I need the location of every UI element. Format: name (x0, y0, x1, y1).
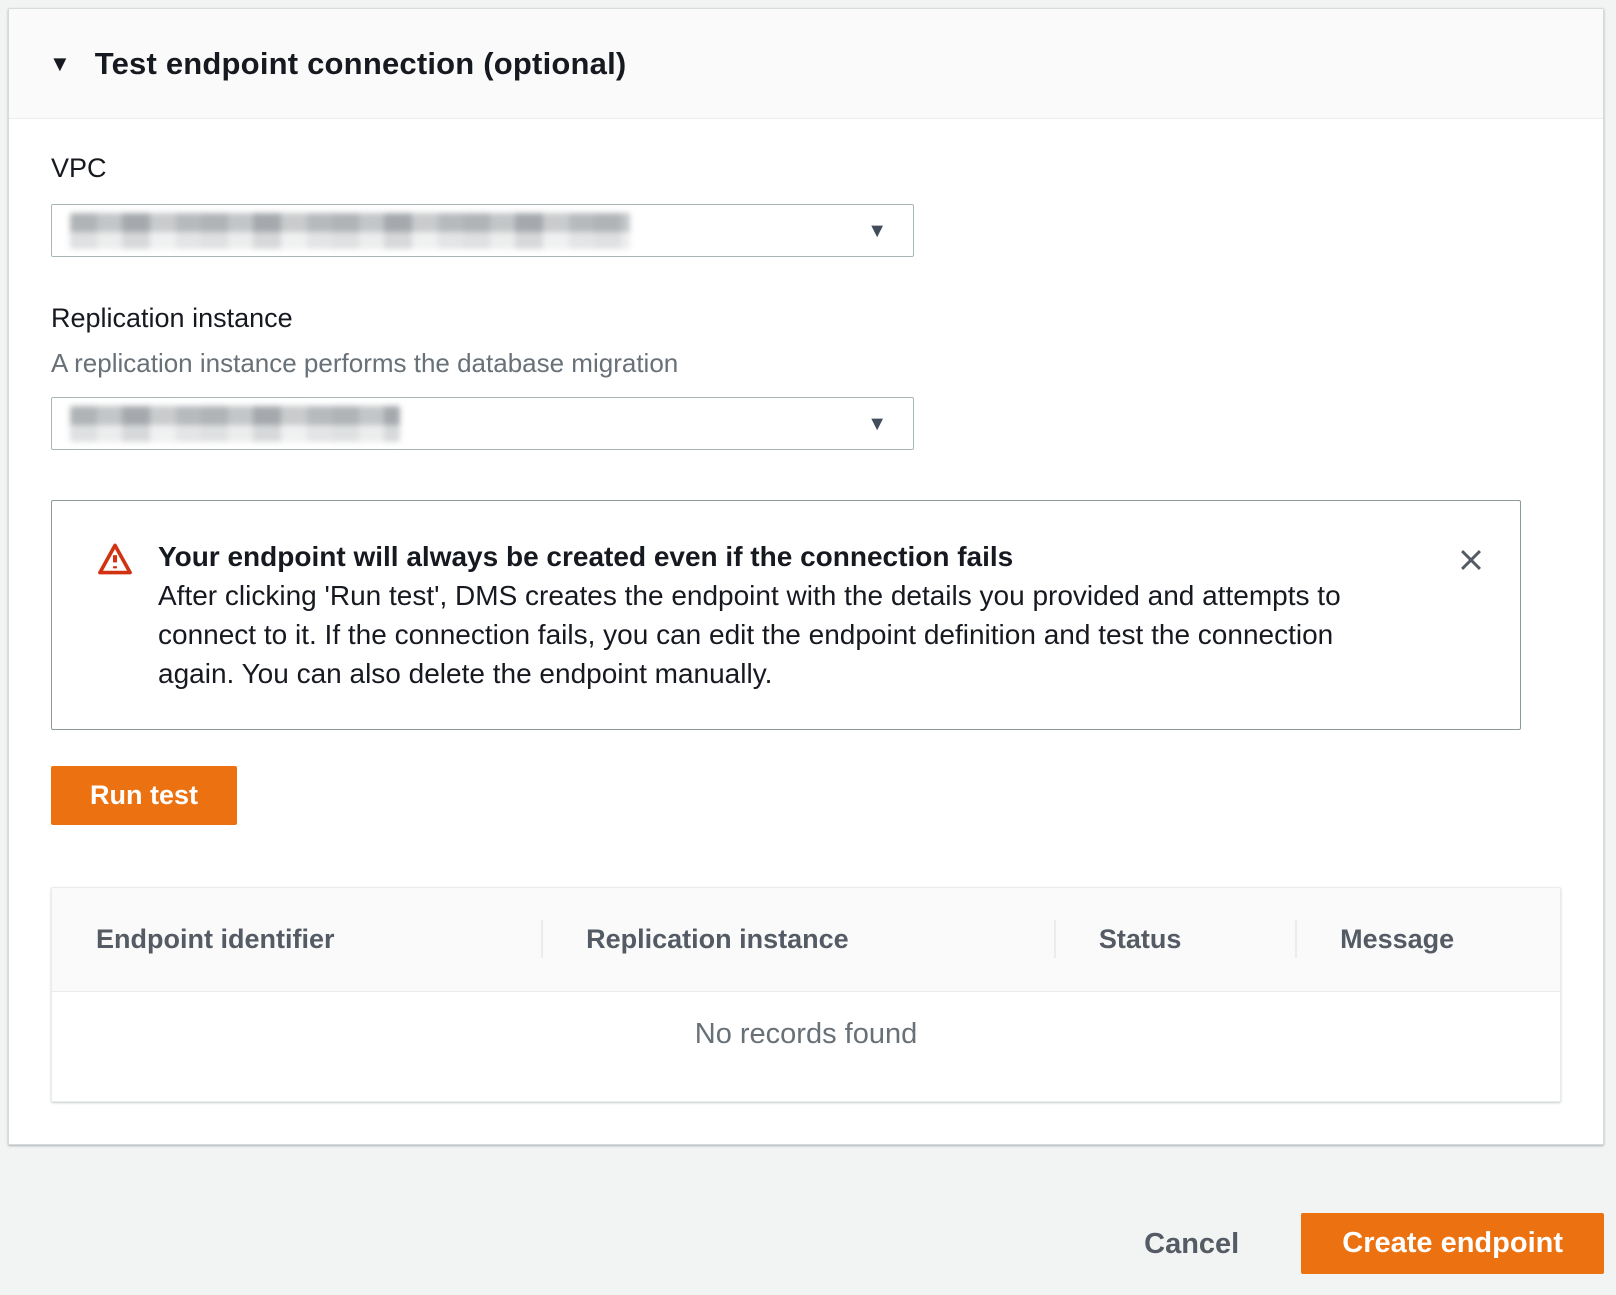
column-header-status: Status (1055, 888, 1296, 991)
create-endpoint-button[interactable]: Create endpoint (1301, 1213, 1604, 1274)
vpc-label: VPC (51, 153, 1561, 184)
replication-instance-field: Replication instance A replication insta… (51, 303, 1561, 450)
panel-title: Test endpoint connection (optional) (95, 46, 627, 82)
table-empty-state: No records found (52, 991, 1560, 1101)
test-results-table: Endpoint identifier Replication instance… (51, 887, 1561, 1102)
page: ▼ Test endpoint connection (optional) VP… (0, 8, 1616, 1266)
column-header-message: Message (1296, 888, 1560, 991)
warning-title: Your endpoint will always be created eve… (158, 537, 1398, 576)
replication-instance-select[interactable]: ▼ (51, 397, 914, 450)
close-icon (1458, 547, 1484, 573)
replication-instance-caret-icon: ▼ (867, 414, 887, 434)
run-test-button[interactable]: Run test (51, 766, 237, 825)
collapse-caret-icon[interactable]: ▼ (49, 53, 71, 75)
replication-instance-label: Replication instance (51, 303, 1561, 334)
column-header-replication-instance: Replication instance (542, 888, 1055, 991)
panel-header[interactable]: ▼ Test endpoint connection (optional) (9, 9, 1603, 119)
warning-content: Your endpoint will always be created eve… (158, 537, 1424, 693)
table-header-row: Endpoint identifier Replication instance… (52, 888, 1560, 991)
vpc-redacted-value (70, 213, 630, 249)
cancel-button[interactable]: Cancel (1118, 1215, 1265, 1274)
replication-instance-redacted-value (70, 406, 400, 442)
warning-alert: Your endpoint will always be created eve… (51, 500, 1521, 730)
panel-body: VPC ▼ Replication instance A replication… (9, 119, 1603, 1144)
vpc-select[interactable]: ▼ (51, 204, 914, 257)
warning-close-button[interactable] (1450, 539, 1492, 581)
vpc-caret-icon: ▼ (867, 221, 887, 241)
vpc-field: VPC ▼ (51, 153, 1561, 257)
warning-body: After clicking 'Run test', DMS creates t… (158, 576, 1398, 693)
column-header-endpoint-identifier: Endpoint identifier (52, 888, 542, 991)
test-endpoint-connection-panel: ▼ Test endpoint connection (optional) VP… (8, 8, 1604, 1145)
replication-instance-description: A replication instance performs the data… (51, 348, 1561, 379)
footer-action-bar: Cancel Create endpoint (0, 1145, 1616, 1295)
warning-triangle-icon (98, 542, 132, 576)
